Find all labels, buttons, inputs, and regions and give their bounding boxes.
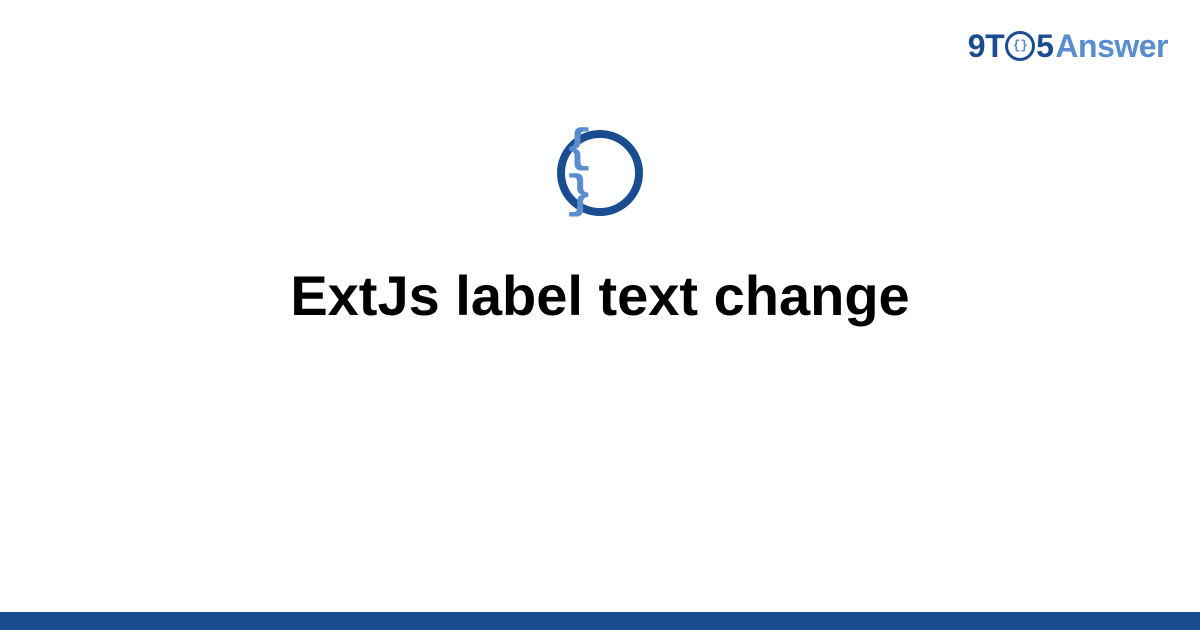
category-icon: { } [557,130,643,216]
site-logo: 9T {} 5 Answer [968,28,1168,65]
logo-text-9t: 9T [968,28,1004,65]
logo-braces-icon: {} [1013,39,1028,52]
main-content: { } ExtJs label text change [0,130,1200,328]
logo-text-5: 5 [1036,28,1053,65]
footer-bar [0,612,1200,630]
logo-circle-icon: {} [1005,31,1035,61]
braces-icon: { } [565,126,635,218]
logo-text-answer: Answer [1055,28,1168,65]
page-title: ExtJs label text change [290,264,909,328]
